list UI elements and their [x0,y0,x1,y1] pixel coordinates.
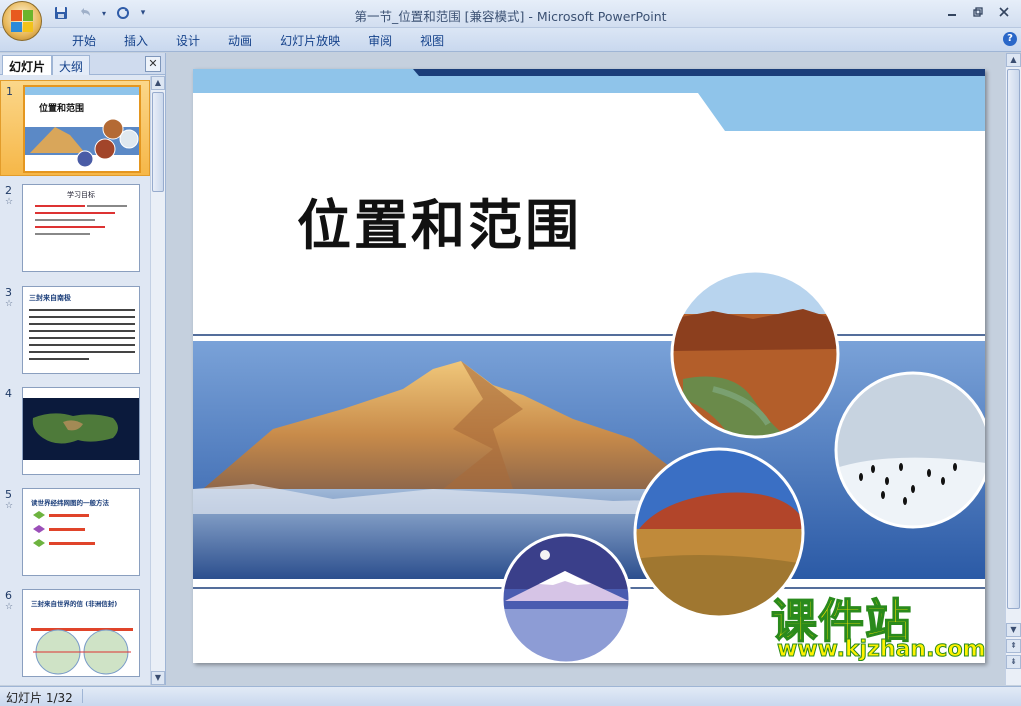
thumbnail-slide-2[interactable]: 2 ☆ 学习目标 [0,180,150,272]
tab-design[interactable]: 设计 [162,32,214,50]
window-title: 第一节_位置和范围 [兼容模式] - Microsoft PowerPoint [354,9,667,24]
minimize-icon[interactable] [939,2,965,22]
slides-pane: 幻灯片 大纲 ✕ 1 位置和范围 2 ☆ 学习目标 3 ☆ 三封来自南极 4 5… [0,53,166,685]
current-slide[interactable]: 位置和范围 [193,69,985,663]
ribbon-tabs: 开始 插入 设计 动画 幻灯片放映 审阅 视图 [58,32,458,50]
thumbnail-preview: 读世界经纬网图的一般方法 [22,488,140,576]
next-slide-icon[interactable]: ⇟ [1006,655,1021,669]
thumbnail-slide-5[interactable]: 5 ☆ 读世界经纬网图的一般方法 [0,484,150,576]
thumbnail-slide-1[interactable]: 1 位置和范围 [0,80,150,176]
thumbnail-preview: 位置和范围 [23,85,141,173]
thumbnail-number: 4 [5,387,12,400]
thumbnail-slide-6[interactable]: 6 ☆ 三封来自世界的信 (非洲信封) [0,585,150,677]
thumbnail-number: 2 [5,184,12,197]
thumbnail-number: 5 [5,488,12,501]
thumbnail-number: 3 [5,286,12,299]
thumbnail-slide-3[interactable]: 3 ☆ 三封来自南极 [0,282,150,374]
scroll-up-icon[interactable]: ▲ [151,76,165,90]
office-button[interactable] [2,1,42,41]
thumbnail-slide-4[interactable]: 4 [0,383,150,475]
slide-title[interactable]: 位置和范围 [297,181,582,260]
scroll-down-icon[interactable]: ▼ [151,671,165,685]
thumbnail-preview: 三封来自世界的信 (非洲信封) [22,589,140,677]
scrollbar-thumb[interactable] [1007,69,1020,609]
scrollbar-thumb[interactable] [152,92,164,192]
status-bar: 幻灯片 1/32 [0,686,1021,706]
close-pane-icon[interactable]: ✕ [145,56,161,72]
animation-star-icon: ☆ [5,501,14,511]
tab-home[interactable]: 开始 [58,32,110,50]
tab-outline[interactable]: 大纲 [52,55,91,75]
thumbnail-number: 6 [5,589,12,602]
tab-slides[interactable]: 幻灯片 [2,55,53,75]
tab-animations[interactable]: 动画 [214,32,266,50]
pane-tabs: 幻灯片 大纲 ✕ [0,53,165,75]
help-icon[interactable]: ? [1003,32,1017,46]
thumbnail-title: 位置和范围 [39,104,85,114]
tab-insert[interactable]: 插入 [110,32,162,50]
title-bar: ▾ ▾ 第一节_位置和范围 [兼容模式] - Microsoft PowerPo… [0,0,1021,28]
animation-star-icon: ☆ [5,197,14,207]
thumbnail-number: 1 [6,85,13,98]
watermark-url: www.kjzhan.com [777,637,987,663]
thumbnail-scrollbar[interactable]: ▲ ▼ [150,76,165,685]
thumbnail-preview [22,387,140,475]
previous-slide-icon[interactable]: ⇞ [1006,639,1021,653]
restore-icon[interactable] [965,2,991,22]
slide-editing-area: 位置和范围 ▲ ▼ ⇞ ⇟ 课件站 www.kjzhan.com [167,53,1021,685]
thumbnail-preview: 三封来自南极 [22,286,140,374]
office-logo-icon [11,10,33,32]
status-divider [82,689,83,703]
tab-review[interactable]: 审阅 [354,32,406,50]
slide-scrollbar[interactable]: ▲ ▼ ⇞ ⇟ [1005,53,1021,685]
scroll-up-icon[interactable]: ▲ [1006,53,1021,67]
slide-background [193,69,985,663]
animation-star-icon: ☆ [5,602,14,612]
slide-counter: 幻灯片 1/32 [6,691,73,705]
window-controls [939,2,1017,22]
animation-star-icon: ☆ [5,299,14,309]
tab-slideshow[interactable]: 幻灯片放映 [266,32,354,50]
thumbnail-list: 1 位置和范围 2 ☆ 学习目标 3 ☆ 三封来自南极 4 5 ☆ 读世界经纬网… [0,76,150,685]
scroll-down-icon[interactable]: ▼ [1006,623,1021,637]
thumbnail-preview: 学习目标 [22,184,140,272]
close-icon[interactable] [991,2,1017,22]
ribbon: 开始 插入 设计 动画 幻灯片放映 审阅 视图 ? [0,28,1021,52]
tab-view[interactable]: 视图 [406,32,458,50]
